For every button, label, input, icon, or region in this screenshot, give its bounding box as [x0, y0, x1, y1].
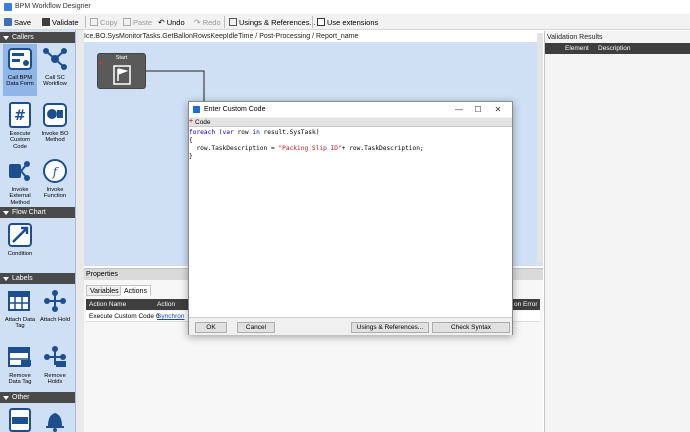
validation-header: Element Description	[545, 43, 690, 54]
code-line: foreach (var row in result.SysTask)	[189, 129, 320, 136]
expand-icon[interactable]: +	[189, 118, 193, 125]
canvas-scrollbar[interactable]	[537, 33, 543, 263]
condition-icon	[5, 220, 35, 250]
collapse-icon	[3, 35, 9, 40]
tab-variables[interactable]: Variables	[86, 285, 123, 296]
close-button[interactable]: ✕	[490, 104, 506, 115]
usings-references-button[interactable]: Usings & References...	[229, 16, 316, 28]
palette-item-invoke-external-method[interactable]: Invoke External Method	[3, 156, 37, 206]
bell-icon	[40, 405, 70, 432]
palette-item-remove-holds[interactable]: Remove Holds	[38, 342, 72, 386]
minimize-button[interactable]: —	[451, 104, 467, 115]
toolbar: Save Validate Copy Paste ↶ Undo ↷ Redo U…	[0, 14, 690, 30]
col-action: Action	[157, 301, 176, 308]
code-section-header: + Code	[189, 118, 512, 127]
collapse-icon	[3, 210, 9, 215]
workflow-icon	[40, 44, 70, 74]
palette-item-invoke-function[interactable]: f Invoke Function	[38, 156, 72, 200]
external-method-icon	[5, 156, 35, 186]
breadcrumb: Ice.BO.SysMonitorTasks.GetBallonRowsKeep…	[84, 33, 359, 40]
code-label: Code	[195, 119, 211, 126]
validation-panel: Validation Results Element Description	[544, 31, 690, 432]
app-icon	[4, 3, 12, 11]
tool-palette: Callers Call BPM Data Form Call SC Workf…	[0, 30, 76, 432]
function-icon: f	[40, 156, 70, 186]
log-icon	[5, 405, 35, 432]
data-tag-icon	[5, 286, 35, 316]
palette-item-notify[interactable]	[38, 405, 72, 432]
cancel-button[interactable]: Cancel	[237, 322, 275, 333]
palette-scrollbar[interactable]	[76, 30, 84, 432]
toolbar-separator	[224, 16, 225, 28]
category-other[interactable]: Other	[0, 392, 75, 403]
validation-title: Validation Results	[547, 33, 603, 41]
collapse-icon	[3, 276, 9, 281]
add-icon[interactable]: +	[99, 61, 103, 68]
undo-icon: ↶	[158, 17, 165, 27]
validate-icon	[42, 18, 50, 26]
checkbox-icon	[317, 18, 325, 26]
palette-item-attach-data-tag[interactable]: Attach Data Tag	[3, 286, 37, 330]
flag-icon	[113, 65, 131, 85]
dialog-title-bar: Enter Custom Code — ☐ ✕	[189, 102, 512, 117]
action-name-cell: Execute Custom Code 0	[89, 313, 160, 320]
copy-button[interactable]: Copy	[90, 16, 118, 28]
col-element: Element	[565, 45, 589, 52]
hash-code-icon: #	[5, 100, 35, 130]
paste-button[interactable]: Paste	[123, 16, 152, 28]
dialog-icon	[193, 106, 200, 113]
palette-item-invoke-bo-method[interactable]: Invoke BO Method	[38, 100, 72, 144]
undo-button[interactable]: ↶ Undo	[158, 16, 185, 28]
check-syntax-button[interactable]: Check Syntax	[432, 322, 510, 333]
dialog-title: Enter Custom Code	[204, 106, 266, 113]
col-description: Description	[598, 45, 631, 52]
palette-item-condition[interactable]: Condition	[3, 220, 37, 257]
code-line: row.TaskDescription = "Packing Slip ID"+…	[189, 145, 424, 152]
col-action-name: Action Name	[89, 301, 127, 308]
category-flow-chart[interactable]: Flow Chart	[0, 207, 75, 218]
remove-tag-icon	[5, 342, 35, 372]
code-editor[interactable]: foreach (var row in result.SysTask) { ro…	[189, 127, 512, 318]
palette-item-call-sc-workflow[interactable]: Call SC Workflow	[38, 44, 72, 88]
ok-button[interactable]: OK	[195, 322, 227, 333]
usings-references-dialog-button[interactable]: Usings & References...	[351, 322, 429, 333]
palette-item-remove-data-tag[interactable]: Remove Data Tag	[3, 342, 37, 386]
hold-icon	[40, 286, 70, 316]
category-labels[interactable]: Labels	[0, 273, 75, 284]
references-icon	[229, 18, 237, 26]
tab-actions[interactable]: Actions	[120, 285, 151, 296]
validate-button[interactable]: Validate	[42, 16, 79, 28]
window-title: BPM Workflow Designer	[15, 3, 91, 10]
code-line: {	[189, 137, 193, 144]
custom-code-dialog: Enter Custom Code — ☐ ✕ + Code foreach (…	[188, 101, 513, 335]
category-callers[interactable]: Callers	[0, 32, 75, 43]
palette-item-attach-hold[interactable]: Attach Hold	[38, 286, 72, 323]
redo-button[interactable]: ↷ Redo	[194, 16, 221, 28]
window-title-bar: BPM Workflow Designer	[0, 0, 690, 14]
col-on-error: on Error	[514, 301, 538, 308]
start-node-label: Start	[115, 55, 128, 61]
start-node[interactable]: Start +	[97, 53, 146, 89]
save-icon	[4, 18, 12, 26]
palette-item-call-bpm-data-form[interactable]: Call BPM Data Form	[3, 44, 37, 96]
toolbar-separator	[312, 16, 313, 28]
palette-item-log[interactable]	[3, 405, 37, 432]
svg-text:#: #	[14, 108, 26, 124]
copy-icon	[90, 18, 98, 26]
maximize-button[interactable]: ☐	[470, 104, 486, 115]
form-icon	[5, 44, 35, 74]
redo-icon: ↷	[194, 17, 201, 27]
action-link[interactable]: Synchron	[157, 313, 184, 320]
dialog-footer: OK Cancel Usings & References... Check S…	[189, 319, 512, 335]
remove-hold-icon	[40, 342, 70, 372]
code-line: }	[189, 153, 193, 160]
save-button[interactable]: Save	[4, 16, 31, 28]
palette-item-execute-custom-code[interactable]: # Execute Custom Code	[3, 100, 37, 150]
collapse-icon	[3, 395, 9, 400]
invoke-method-icon	[40, 100, 70, 130]
toolbar-separator	[85, 16, 86, 28]
paste-icon	[123, 18, 131, 26]
use-extensions-toggle[interactable]: Use extensions	[317, 16, 378, 28]
